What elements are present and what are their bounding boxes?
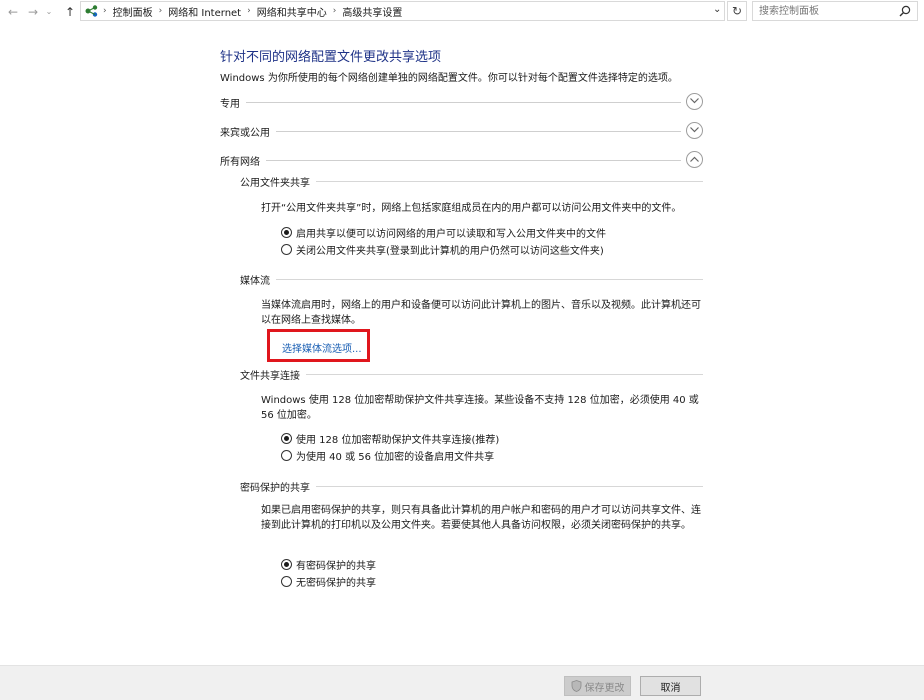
subsection-divider xyxy=(240,374,703,375)
radio-password-off[interactable]: 无密码保护的共享 xyxy=(281,574,376,589)
network-icon xyxy=(85,5,98,17)
public-folder-description: 打开“公用文件夹共享”时，网络上包括家庭组成员在内的用户都可以访问公用文件夹中的… xyxy=(261,203,682,214)
radio-label[interactable]: 关闭公用文件夹共享(登录到此计算机的用户仍然可以访问这些文件夹) xyxy=(296,242,604,257)
back-arrow-icon[interactable]: ← xyxy=(6,4,20,20)
forward-arrow-icon[interactable]: → xyxy=(26,4,40,20)
section-guest-public-label[interactable]: 来宾或公用 xyxy=(220,124,276,139)
footer-bar: 保存更改 取消 xyxy=(0,665,924,700)
radio-label[interactable]: 为使用 40 或 56 位加密的设备启用文件共享 xyxy=(296,448,494,463)
media-streaming-options-link[interactable]: 选择媒体流选项... xyxy=(282,340,362,355)
search-box[interactable] xyxy=(752,1,918,21)
search-input[interactable] xyxy=(753,2,893,20)
media-heading: 媒体流 xyxy=(240,271,703,287)
expand-chevron-icon[interactable] xyxy=(686,122,703,139)
breadcrumb-advanced-sharing[interactable]: 高级共享设置 xyxy=(342,4,402,19)
section-divider xyxy=(220,102,681,103)
up-arrow-icon[interactable]: ↑ xyxy=(63,4,77,20)
breadcrumb: › 控制面板 › 网络和 Internet › 网络和共享中心 › 高级共享设置 xyxy=(103,2,402,20)
breadcrumb-separator-icon[interactable]: › xyxy=(103,6,107,16)
section-guest-public[interactable]: 来宾或公用 xyxy=(220,121,703,141)
radio-button-checked[interactable] xyxy=(281,226,292,238)
refresh-icon[interactable]: ↻ xyxy=(727,1,747,21)
radio-128bit-encryption[interactable]: 使用 128 位加密帮助保护文件共享连接(推荐) xyxy=(281,431,499,446)
radio-button[interactable] xyxy=(281,243,292,255)
save-changes-label[interactable]: 保存更改 xyxy=(585,679,625,694)
expand-chevron-icon[interactable] xyxy=(686,93,703,110)
breadcrumb-network-internet[interactable]: 网络和 Internet xyxy=(168,4,241,19)
recent-locations-chevron-icon[interactable]: ⌄ xyxy=(42,4,56,20)
password-description: 如果已启用密码保护的共享，则只有具备此计算机的用户帐户和密码的用户才可以访问共享… xyxy=(261,505,701,531)
address-dropdown-icon[interactable]: ⌄ xyxy=(713,4,721,15)
address-bar[interactable]: › 控制面板 › 网络和 Internet › 网络和共享中心 › 高级共享设置 xyxy=(80,1,725,21)
radio-40-56bit-encryption[interactable]: 为使用 40 或 56 位加密的设备启用文件共享 xyxy=(281,448,494,463)
media-description: 当媒体流启用时，网络上的用户和设备便可以访问此计算机上的图片、音乐以及视频。此计… xyxy=(261,300,701,326)
save-changes-button[interactable]: 保存更改 xyxy=(564,676,631,696)
radio-enable-public-sharing[interactable]: 启用共享以便可以访问网络的用户可以读取和写入公用文件夹中的文件 xyxy=(281,225,606,240)
page-title: 针对不同的网络配置文件更改共享选项 xyxy=(220,50,442,65)
navigation-bar: ← → ⌄ ↑ › 控制面板 › 网络和 Internet › 网络和共享中心 … xyxy=(0,0,924,24)
uac-shield-icon xyxy=(571,680,581,692)
file-sharing-heading-label: 文件共享连接 xyxy=(240,367,306,382)
collapse-chevron-icon[interactable] xyxy=(686,151,703,168)
cancel-label[interactable]: 取消 xyxy=(661,679,681,694)
password-heading: 密码保护的共享 xyxy=(240,478,703,494)
breadcrumb-separator-icon[interactable]: › xyxy=(159,6,163,16)
section-divider xyxy=(220,160,681,161)
file-sharing-heading: 文件共享连接 xyxy=(240,366,703,382)
radio-password-on[interactable]: 有密码保护的共享 xyxy=(281,557,376,572)
radio-label[interactable]: 启用共享以便可以访问网络的用户可以读取和写入公用文件夹中的文件 xyxy=(296,225,606,240)
radio-label[interactable]: 使用 128 位加密帮助保护文件共享连接(推荐) xyxy=(296,431,499,446)
page-description: Windows 为你所使用的每个网络创建单独的网络配置文件。你可以针对每个配置文… xyxy=(220,73,678,84)
public-folder-heading-label: 公用文件夹共享 xyxy=(240,174,316,189)
radio-button-checked[interactable] xyxy=(281,432,292,444)
media-heading-label: 媒体流 xyxy=(240,272,276,287)
cancel-button[interactable]: 取消 xyxy=(640,676,701,696)
radio-button[interactable] xyxy=(281,449,292,461)
radio-button[interactable] xyxy=(281,575,292,587)
radio-button-checked[interactable] xyxy=(281,558,292,570)
breadcrumb-separator-icon[interactable]: › xyxy=(247,6,251,16)
section-private-label[interactable]: 专用 xyxy=(220,95,246,110)
radio-disable-public-sharing[interactable]: 关闭公用文件夹共享(登录到此计算机的用户仍然可以访问这些文件夹) xyxy=(281,242,604,257)
breadcrumb-separator-icon[interactable]: › xyxy=(333,6,337,16)
section-all-networks[interactable]: 所有网络 xyxy=(220,150,703,170)
breadcrumb-control-panel[interactable]: 控制面板 xyxy=(113,4,153,19)
password-heading-label: 密码保护的共享 xyxy=(240,479,316,494)
radio-label[interactable]: 有密码保护的共享 xyxy=(296,557,376,572)
subsection-divider xyxy=(240,279,703,280)
section-private[interactable]: 专用 xyxy=(220,92,703,112)
public-folder-heading: 公用文件夹共享 xyxy=(240,173,703,189)
section-all-networks-label[interactable]: 所有网络 xyxy=(220,153,266,168)
file-sharing-description: Windows 使用 128 位加密帮助保护文件共享连接。某些设备不支持 128… xyxy=(261,395,699,421)
section-divider xyxy=(220,131,681,132)
search-icon[interactable] xyxy=(899,5,911,17)
breadcrumb-network-sharing-center[interactable]: 网络和共享中心 xyxy=(257,4,327,19)
radio-label[interactable]: 无密码保护的共享 xyxy=(296,574,376,589)
